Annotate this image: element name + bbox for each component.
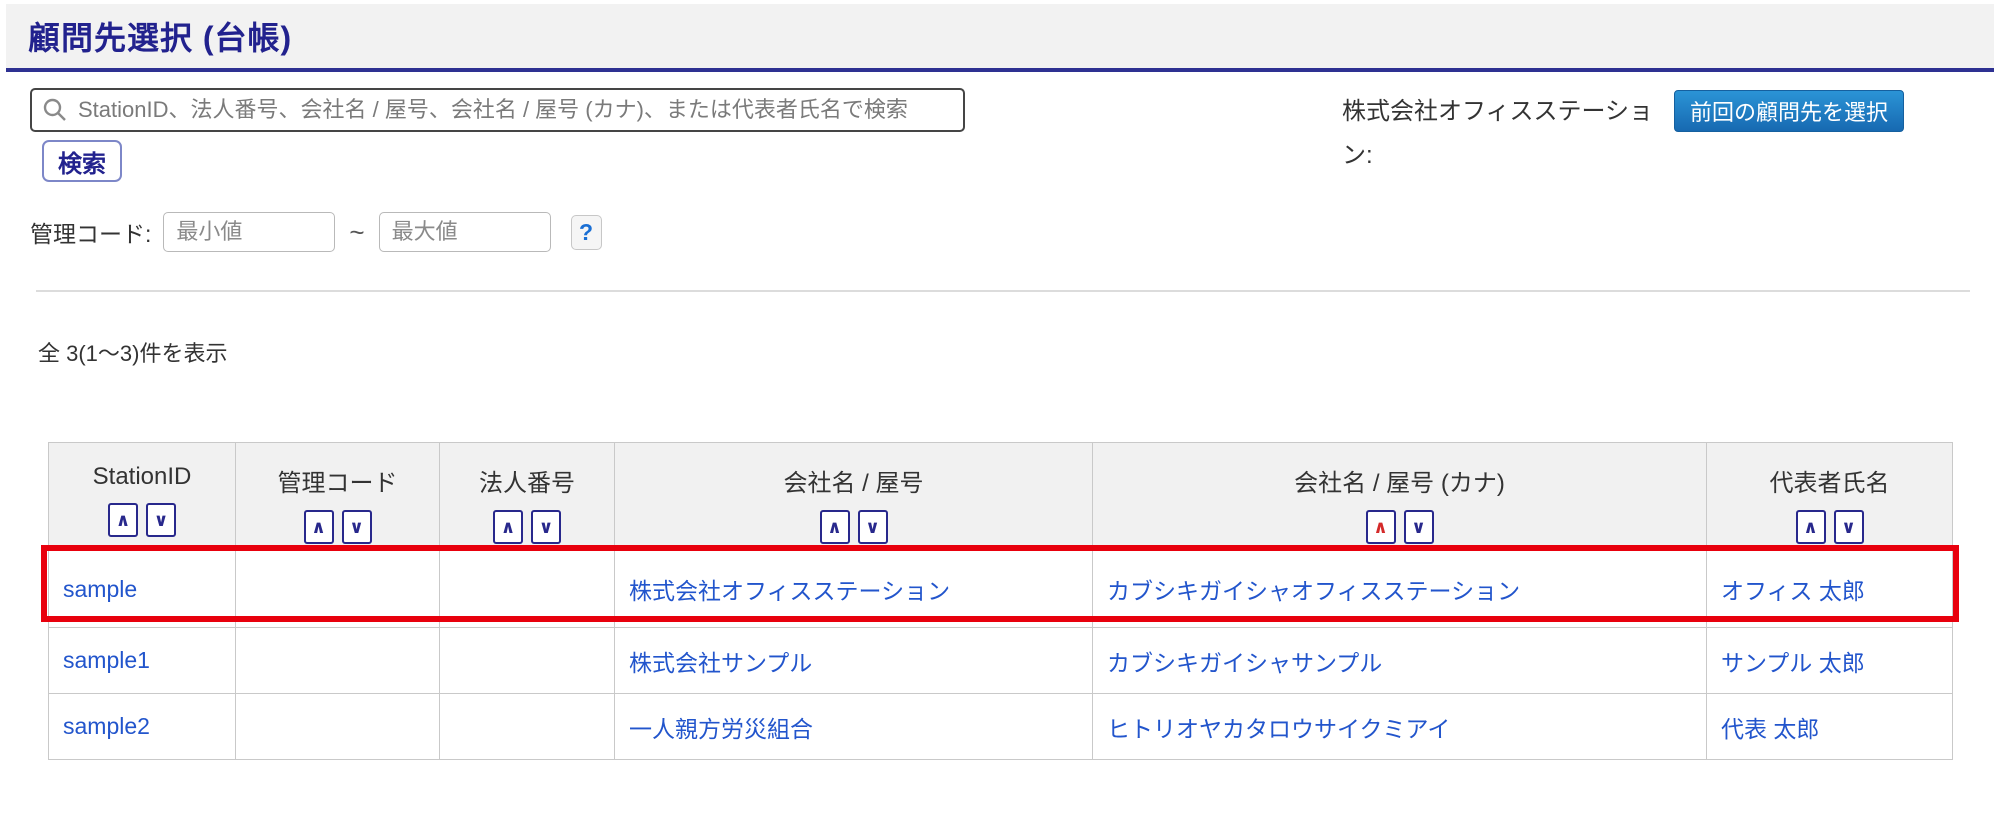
management-code-cell (235, 550, 440, 628)
sort-desc-button[interactable]: ∨ (341, 510, 372, 544)
column-label: 会社名 / 屋号 (カナ) (1294, 470, 1505, 497)
company-kana-cell: カブシキガイシャサンプル (1092, 627, 1707, 694)
management-code-label: 管理コード: (30, 221, 152, 247)
company-name-cell: 一人親方労災組合 (614, 693, 1093, 760)
company-kana-link[interactable]: カブシキガイシャオフィスステーション (1107, 578, 1520, 604)
management-code-cell (235, 627, 440, 694)
sort-asc-button[interactable]: ∧ (303, 510, 334, 544)
management-code-max-input[interactable] (378, 212, 551, 252)
column-header-station-id: StationID ∧ ∨ (48, 442, 236, 551)
sort-buttons: ∧ ∨ (1708, 510, 1951, 544)
column-label: 代表者氏名 (1769, 470, 1890, 497)
sort-buttons: ∧ ∨ (1094, 510, 1705, 544)
table-row: sample2 一人親方労災組合 ヒトリオヤカタロウサイクミアイ 代表 太郎 (48, 693, 1953, 760)
previous-client-area: 株式会社オフィスステーション: 前回の顧問先を選択 (1342, 90, 1904, 182)
column-label: 法人番号 (479, 470, 575, 497)
search-row: 検索 株式会社オフィスステーション: 前回の顧問先を選択 (30, 88, 1970, 182)
client-table-header: StationID ∧ ∨ 管理コード ∧ ∨ 法人番号 ∧ ∨ 会社名 / 屋… (48, 442, 1953, 551)
column-header-management-code: 管理コード ∧ ∨ (235, 442, 440, 551)
column-label: 会社名 / 屋号 (783, 470, 924, 497)
company-name-link[interactable]: 株式会社サンプル (629, 650, 812, 676)
client-table: StationID ∧ ∨ 管理コード ∧ ∨ 法人番号 ∧ ∨ 会社名 / 屋… (48, 442, 1953, 760)
sort-buttons: ∧ ∨ (237, 510, 438, 544)
page-title: 顧問先選択 (台帳) (28, 20, 293, 56)
sort-buttons: ∧ ∨ (616, 510, 1091, 544)
representative-cell: 代表 太郎 (1706, 693, 1953, 760)
column-header-corporate-number: 法人番号 ∧ ∨ (439, 442, 615, 551)
main-content: 検索 株式会社オフィスステーション: 前回の顧問先を選択 管理コード: ~ ? … (0, 88, 2000, 760)
company-kana-cell: カブシキガイシャオフィスステーション (1092, 550, 1707, 628)
table-row-selected: sample 株式会社オフィスステーション カブシキガイシャオフィスステーション… (48, 550, 1953, 628)
result-count: 全 3(1〜3)件を表示 (38, 341, 228, 366)
representative-cell: オフィス 太郎 (1706, 550, 1953, 628)
company-name-link[interactable]: 株式会社オフィスステーション (629, 578, 950, 604)
page-header: 顧問先選択 (台帳) (6, 4, 1994, 72)
representative-link[interactable]: オフィス 太郎 (1721, 578, 1865, 604)
station-id-cell: sample2 (48, 693, 236, 760)
column-header-representative: 代表者氏名 ∧ ∨ (1706, 442, 1953, 551)
station-id-link[interactable]: sample (63, 576, 137, 602)
sort-asc-button[interactable]: ∧ (493, 510, 523, 544)
client-selection-page: 顧問先選択 (台帳) 検索 株式会社オフィスステーション: 前回の顧 (0, 4, 2000, 760)
station-id-cell: sample (48, 550, 236, 628)
section-divider (36, 290, 1970, 292)
sort-desc-button[interactable]: ∨ (857, 510, 888, 544)
company-name-link[interactable]: 一人親方労災組合 (629, 716, 813, 742)
station-id-link[interactable]: sample1 (63, 647, 150, 673)
sort-asc-button-active[interactable]: ∧ (1365, 510, 1396, 544)
company-name-cell: 株式会社サンプル (614, 627, 1093, 694)
company-kana-link[interactable]: カブシキガイシャサンプル (1107, 650, 1382, 676)
company-name-cell: 株式会社オフィスステーション (614, 550, 1093, 628)
sort-asc-button[interactable]: ∧ (819, 510, 850, 544)
company-kana-cell: ヒトリオヤカタロウサイクミアイ (1092, 693, 1707, 760)
station-id-link[interactable]: sample2 (63, 713, 150, 739)
sort-buttons: ∧ ∨ (50, 503, 234, 537)
representative-link[interactable]: サンプル 太郎 (1721, 650, 1865, 676)
representative-cell: サンプル 太郎 (1706, 627, 1953, 694)
column-header-company-name: 会社名 / 屋号 ∧ ∨ (614, 442, 1093, 551)
previous-client-label: 株式会社オフィスステーション: (1341, 98, 1654, 170)
corporate-number-cell (439, 627, 615, 694)
client-table-wrap: StationID ∧ ∨ 管理コード ∧ ∨ 法人番号 ∧ ∨ 会社名 / 屋… (41, 442, 1959, 760)
header-row: StationID ∧ ∨ 管理コード ∧ ∨ 法人番号 ∧ ∨ 会社名 / 屋… (48, 442, 1953, 551)
sort-desc-button[interactable]: ∨ (1833, 510, 1864, 544)
select-previous-client-button[interactable]: 前回の顧問先を選択 (1673, 90, 1904, 132)
search-area: 検索 (30, 88, 970, 182)
sort-desc-button[interactable]: ∨ (146, 503, 176, 537)
sort-buttons: ∧ ∨ (441, 510, 613, 544)
company-kana-link[interactable]: ヒトリオヤカタロウサイクミアイ (1107, 716, 1450, 742)
management-code-cell (235, 693, 440, 760)
sort-desc-button[interactable]: ∨ (1403, 510, 1434, 544)
corporate-number-cell (439, 550, 615, 628)
search-input[interactable] (30, 88, 965, 132)
corporate-number-cell (439, 693, 615, 760)
search-box (30, 88, 965, 132)
column-header-company-kana: 会社名 / 屋号 (カナ) ∧ ∨ (1092, 442, 1707, 551)
station-id-cell: sample1 (48, 627, 236, 694)
column-label: StationID (92, 463, 192, 490)
management-code-min-input[interactable] (163, 212, 336, 252)
client-table-body: sample 株式会社オフィスステーション カブシキガイシャオフィスステーション… (48, 550, 1953, 760)
sort-desc-button[interactable]: ∨ (531, 510, 561, 544)
sort-asc-button[interactable]: ∧ (1795, 510, 1826, 544)
column-label: 管理コード (277, 470, 398, 497)
table-row: sample1 株式会社サンプル カブシキガイシャサンプル サンプル 太郎 (48, 627, 1953, 694)
sort-asc-button[interactable]: ∧ (108, 503, 138, 537)
search-button[interactable]: 検索 (42, 140, 122, 182)
range-separator: ~ (349, 216, 365, 247)
management-code-filter: 管理コード: ~ ? (30, 212, 1970, 252)
help-icon[interactable]: ? (570, 214, 602, 250)
representative-link[interactable]: 代表 太郎 (1721, 716, 1819, 742)
search-icon (42, 97, 68, 123)
